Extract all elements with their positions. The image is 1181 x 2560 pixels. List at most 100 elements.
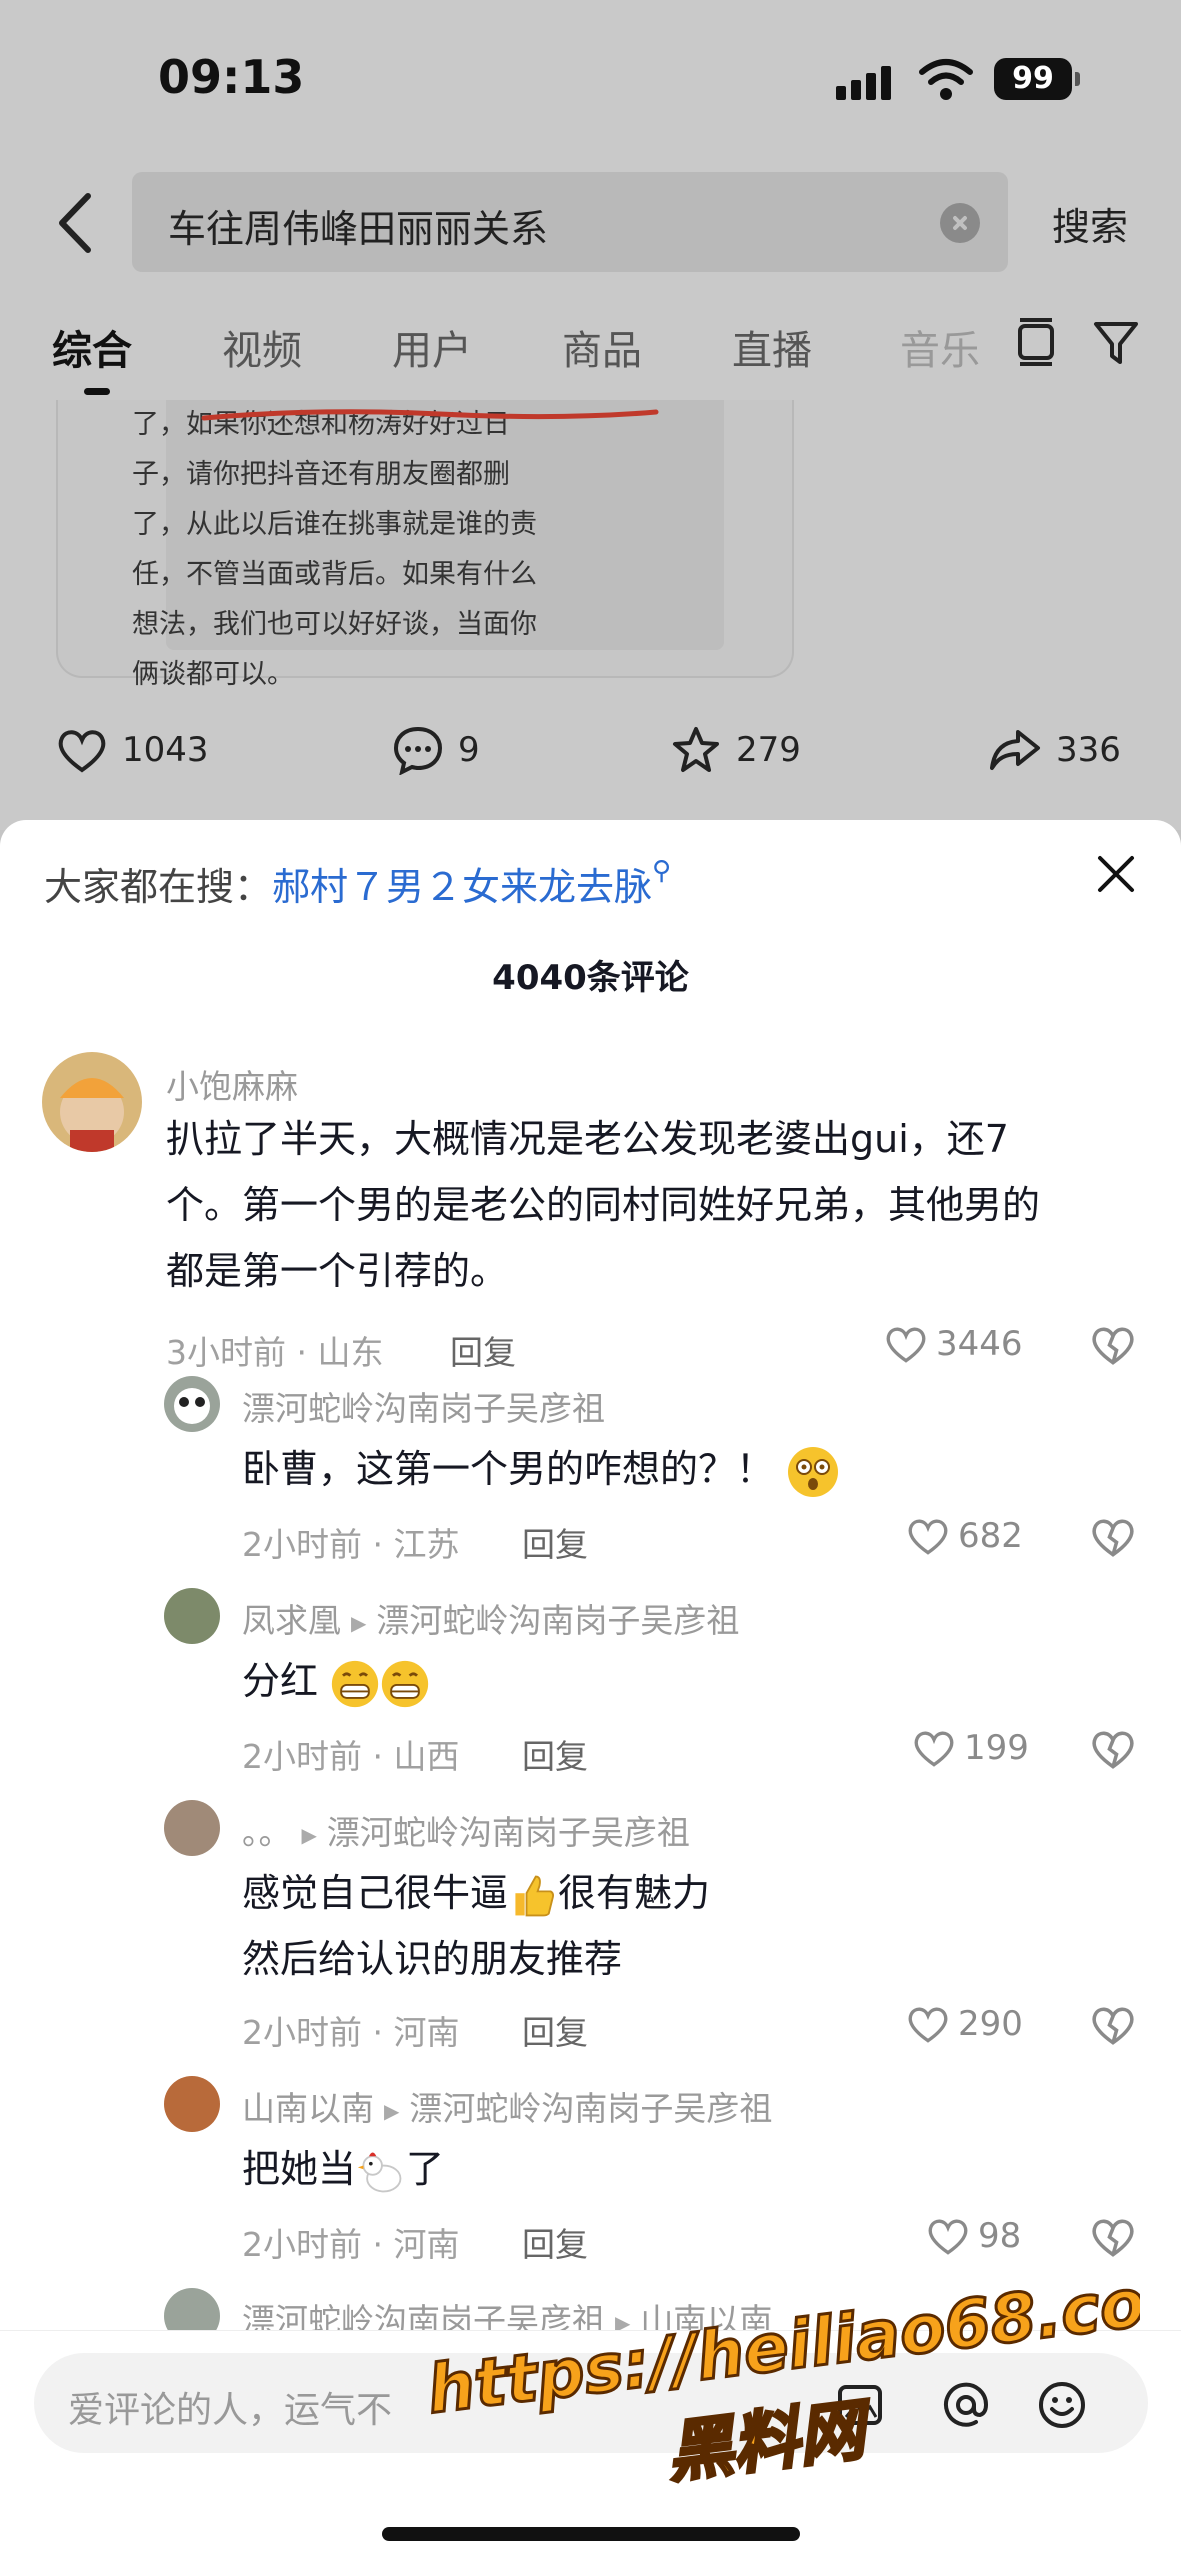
dislike-icon[interactable]: [1090, 1514, 1136, 1560]
reply-target[interactable]: 漂河蛇岭沟南岗子吴彦祖: [409, 2089, 772, 2128]
comment-item: 小饱麻麻 扒拉了半天，大概情况是老公发现老婆出gui，还7 个。第一个男的是老公…: [0, 1040, 1181, 1380]
comment-like-count: 3446: [936, 1324, 1023, 1364]
comment-input-bar: 爱评论的人，运气不: [0, 2330, 1181, 2560]
comment-username[interactable]: 小饱麻麻: [166, 1060, 298, 1108]
search-button[interactable]: 搜索: [1052, 196, 1128, 251]
comment-like-button[interactable]: 3446: [884, 1320, 1023, 1368]
battery-indicator: 99: [994, 58, 1080, 100]
comment-count: 4040条评论: [492, 958, 689, 998]
post-like-count: 1043: [122, 730, 209, 770]
reply-line: 然后给认识的朋友推荐: [242, 1937, 623, 1981]
star-icon: [673, 727, 719, 772]
signal-icon: [836, 64, 892, 100]
dislike-icon[interactable]: [1090, 2002, 1136, 2048]
comment-like-button[interactable]: 199: [912, 1724, 1029, 1772]
image-icon[interactable]: [834, 2379, 886, 2431]
reply-text: 分红: [242, 1648, 1142, 1714]
heart-icon: [914, 1731, 954, 1767]
reply-author[interactable]: 凤求凰: [242, 1601, 341, 1640]
tab-music[interactable]: 音乐: [900, 318, 980, 376]
post-comment-button[interactable]: 9: [392, 724, 480, 776]
status-time: 09:13: [158, 50, 305, 104]
comment-like-button[interactable]: 290: [906, 2000, 1023, 2048]
trending-link[interactable]: 郝村７男２女来龙去脉: [272, 865, 652, 909]
at-mention-icon[interactable]: [940, 2379, 992, 2431]
reply-author[interactable]: 。。: [242, 1813, 292, 1852]
reply-text-content: 了: [406, 2147, 445, 2191]
tab-users[interactable]: 用户: [392, 318, 472, 376]
reply-line: 感觉自己很牛逼: [242, 1871, 509, 1915]
reply-meta: 2小时前 · 山西: [242, 1737, 460, 1776]
reply-text: 感觉自己很牛逼 很有魅力 然后给认识的朋友推荐: [242, 1860, 1142, 1992]
dislike-icon[interactable]: [1090, 1322, 1136, 1368]
avatar[interactable]: [42, 1052, 142, 1152]
reply-target[interactable]: 漂河蛇岭沟南岗子吴彦祖: [376, 1601, 739, 1640]
clear-search-icon[interactable]: [940, 203, 980, 243]
comment-like-button[interactable]: 682: [906, 1512, 1023, 1560]
avatar[interactable]: [164, 1588, 220, 1644]
chicken-emoji: [357, 2152, 402, 2192]
post-share-button[interactable]: 336: [988, 724, 1121, 776]
post-line: 俩谈都可以。: [132, 659, 294, 690]
post-action-bar: 1043 9 279 336: [0, 700, 1181, 800]
close-icon[interactable]: [1094, 852, 1138, 896]
comment-input-placeholder: 爱评论的人，运气不: [68, 2390, 393, 2431]
post-favorite-button[interactable]: 279: [670, 724, 801, 776]
reply-button[interactable]: 回复: [522, 1730, 588, 1778]
heart-icon: [908, 1519, 948, 1555]
red-underline-mark: [201, 409, 659, 421]
filter-icon[interactable]: [1090, 316, 1142, 368]
dizzy-face-emoji: [788, 1446, 839, 1497]
post-line: 任，不管当面或背后。如果有什么: [132, 559, 537, 590]
trending-label: 大家都在搜：: [44, 865, 273, 909]
avatar[interactable]: [164, 1376, 220, 1432]
reply-button[interactable]: 回复: [450, 1326, 516, 1374]
search-tabs: 综合 视频 用户 商品 直播 音乐: [0, 300, 1181, 400]
reply-item: 凤求凰 ▶ 漂河蛇岭沟南岗子吴彦祖 分红 2小时前 · 山西 回复 199: [0, 1588, 1181, 1798]
comment-like-count: 290: [958, 2004, 1023, 2044]
avatar[interactable]: [164, 2076, 220, 2132]
reply-item: 漂河蛇岭沟南岗子吴彦祖 卧曹，这第一个男的咋想的？！ 2小时前 · 江苏 回复 …: [0, 1376, 1181, 1586]
back-icon[interactable]: [48, 188, 104, 258]
avatar[interactable]: [164, 1800, 220, 1856]
reply-button[interactable]: 回复: [522, 1518, 588, 1566]
reply-meta: 2小时前 · 河南: [242, 2225, 460, 2264]
comment-line: 个。第一个男的是老公的同村同姓好兄弟，其他男的: [166, 1183, 1041, 1227]
comment-text: 扒拉了半天，大概情况是老公发现老婆出gui，还7 个。第一个男的是老公的同村同姓…: [166, 1106, 1146, 1304]
reply-button[interactable]: 回复: [522, 2006, 588, 2054]
heart-icon: [886, 1327, 926, 1363]
reply-username: 山南以南 ▶ 漂河蛇岭沟南岗子吴彦祖: [242, 2082, 772, 2130]
reply-username[interactable]: 漂河蛇岭沟南岗子吴彦祖: [242, 1382, 605, 1430]
post-line: 子，请你把抖音还有朋友圈都删: [132, 459, 510, 490]
wifi-icon: [919, 59, 973, 100]
layout-toggle-icon[interactable]: [1010, 316, 1062, 368]
tab-video[interactable]: 视频: [222, 318, 302, 376]
emoji-icon[interactable]: [1036, 2379, 1088, 2431]
heart-icon: [58, 730, 106, 773]
comment-sheet: 大家都在搜：郝村７男２女来龙去脉⚲ 4040条评论 小饱麻麻 扒拉了半天，大概情…: [0, 820, 1181, 2560]
comment-icon: [393, 726, 443, 775]
status-bar: 09:13 99: [0, 0, 1181, 160]
post-like-button[interactable]: 1043: [56, 724, 209, 776]
search-small-icon: ⚲: [652, 856, 672, 886]
heart-icon: [908, 2007, 948, 2043]
comment-like-count: 199: [964, 1728, 1029, 1768]
comment-like-button[interactable]: 98: [926, 2212, 1021, 2260]
comment-like-count: 98: [978, 2216, 1022, 2256]
reply-username: 凤求凰 ▶ 漂河蛇岭沟南岗子吴彦祖: [242, 1594, 739, 1642]
reply-target[interactable]: 漂河蛇岭沟南岗子吴彦祖: [327, 1813, 690, 1852]
dislike-icon[interactable]: [1090, 1726, 1136, 1772]
tab-products[interactable]: 商品: [562, 318, 642, 376]
reply-item: 。。 ▶ 漂河蛇岭沟南岗子吴彦祖 感觉自己很牛逼 很有魅力 然后给认识的朋友推荐 2小…: [0, 1800, 1181, 2070]
thumbs-up-emoji: [515, 1875, 554, 1916]
reply-button[interactable]: 回复: [522, 2218, 588, 2266]
tab-general[interactable]: 综合: [52, 318, 132, 376]
comment-meta: 3小时前 · 山东: [166, 1333, 384, 1372]
tab-live[interactable]: 直播: [732, 318, 812, 376]
reply-author[interactable]: 山南以南: [242, 2089, 374, 2128]
reply-arrow-icon: ▶: [384, 2098, 400, 2123]
search-input[interactable]: 车往周伟峰田丽丽关系: [132, 172, 1008, 272]
dislike-icon[interactable]: [1090, 2214, 1136, 2260]
comment-input[interactable]: 爱评论的人，运气不: [34, 2353, 1148, 2453]
post-comment-count: 9: [458, 730, 480, 770]
